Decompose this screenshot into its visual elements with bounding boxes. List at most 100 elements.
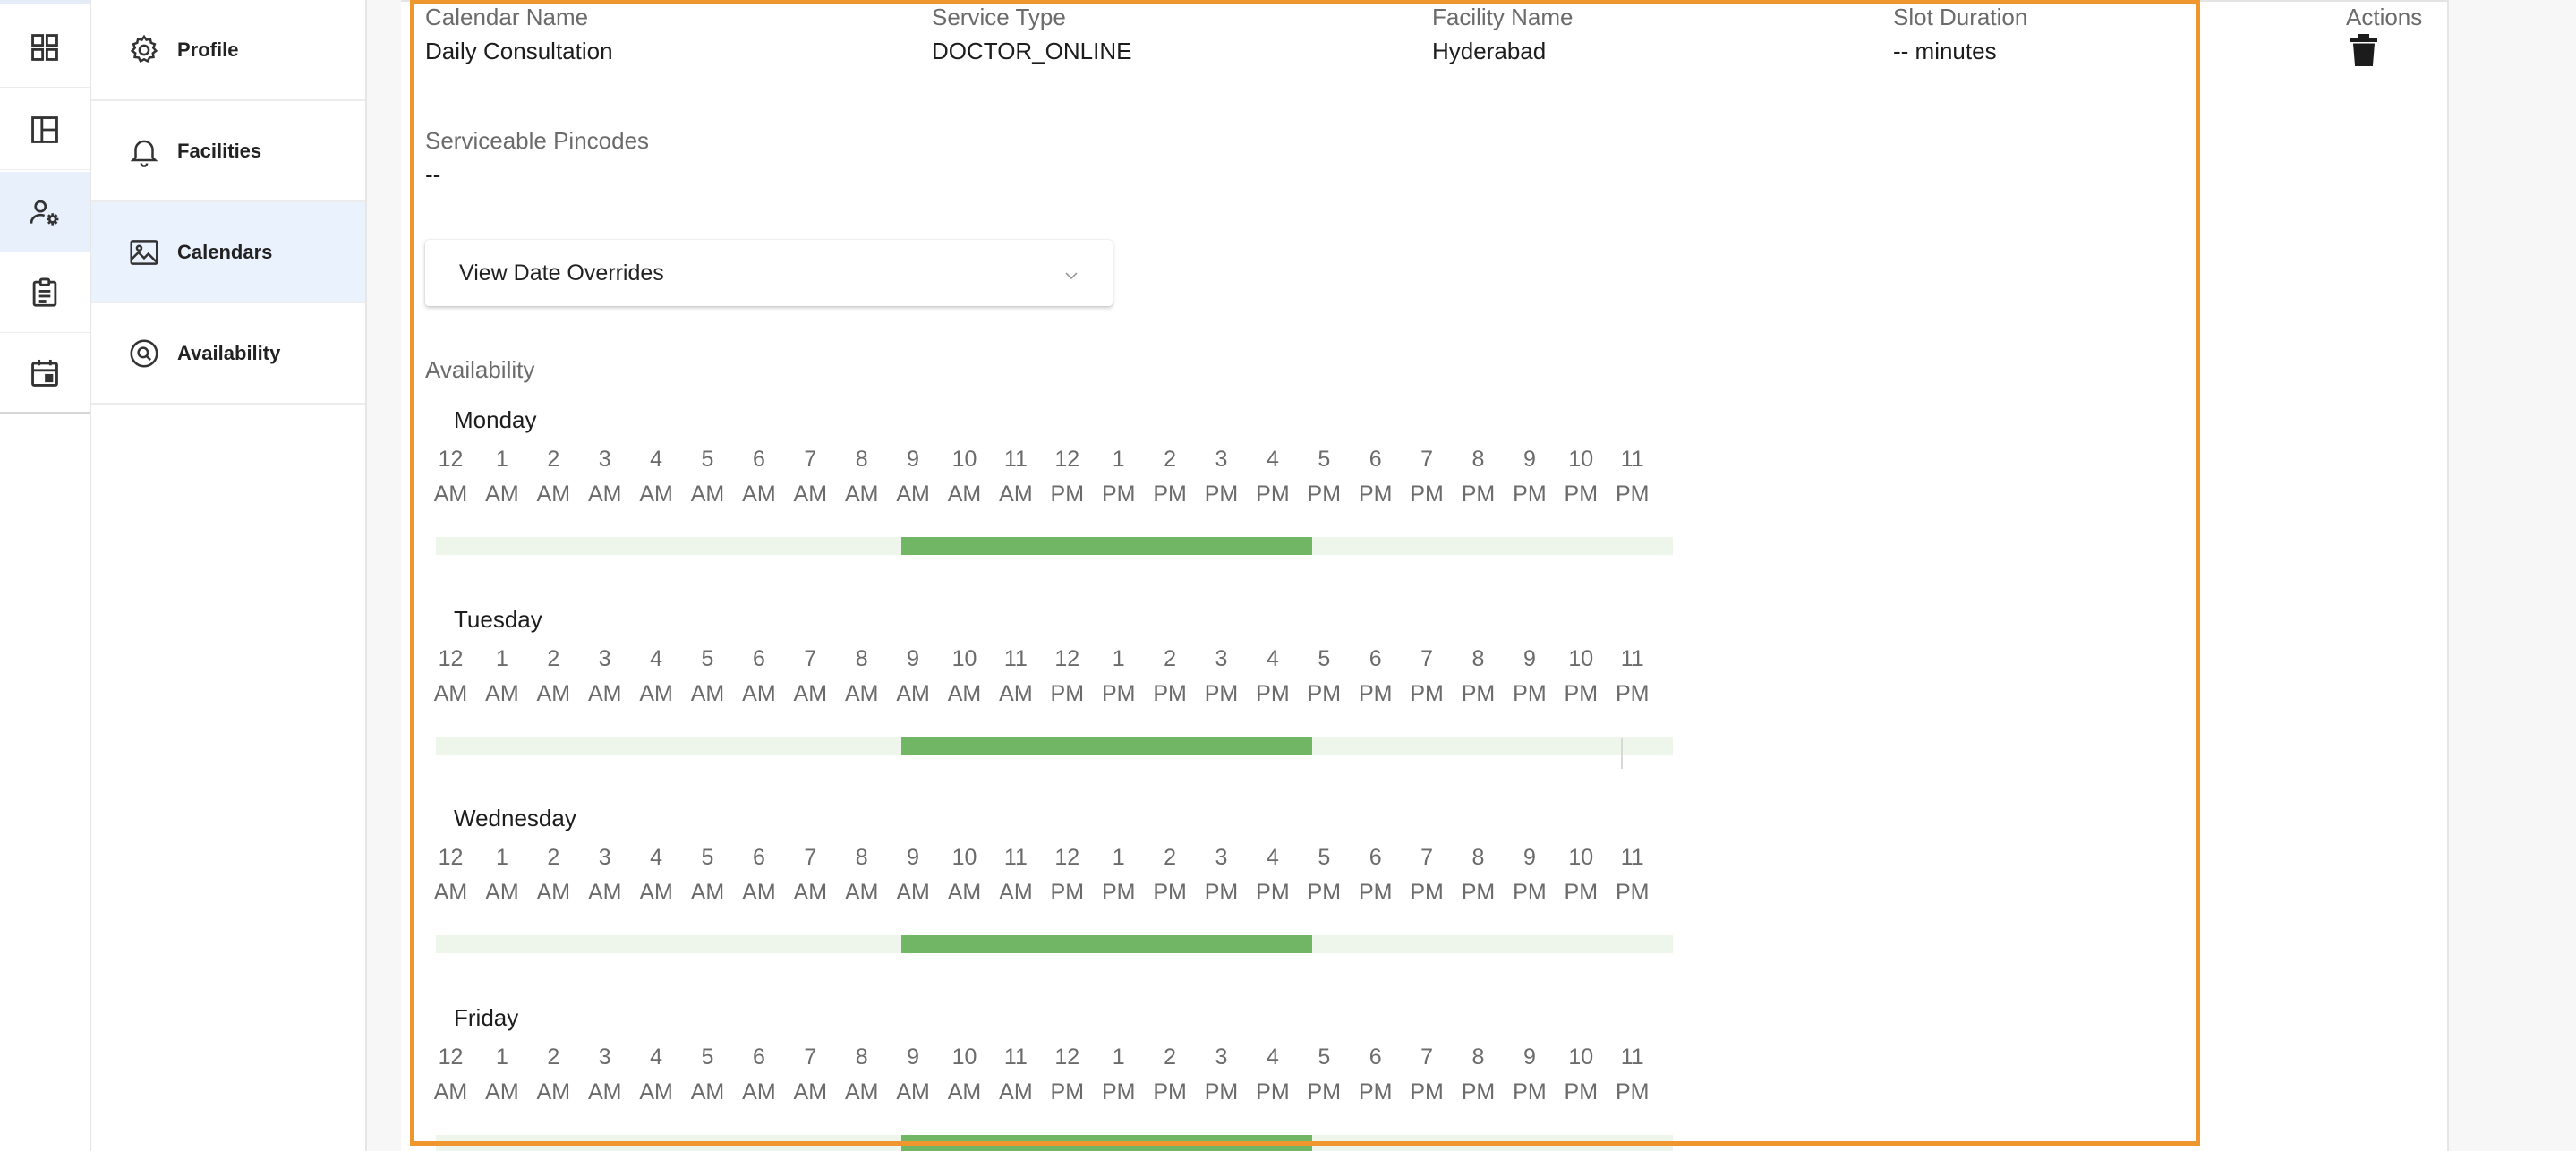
hour-meridiem: PM — [1410, 681, 1444, 706]
hour-meridiem: AM — [896, 681, 930, 706]
hour-number: 3 — [598, 845, 611, 870]
hour-meridiem: AM — [844, 1079, 879, 1104]
rail-layout-button[interactable] — [0, 90, 90, 170]
hour-meridiem: AM — [536, 880, 571, 905]
hour-label: 8 AM — [836, 840, 887, 910]
hour-number: 4 — [650, 1044, 663, 1070]
hour-label: 9 AM — [888, 1040, 939, 1110]
content-left-gutter — [367, 0, 401, 1151]
hour-number: 8 — [1471, 447, 1485, 472]
hour-label: 5 PM — [1299, 642, 1350, 712]
subnav-item-facilities[interactable]: Facilities — [91, 101, 365, 202]
availability-slot[interactable] — [901, 737, 1312, 755]
hour-label: 6 AM — [733, 642, 784, 712]
hour-meridiem: AM — [485, 681, 519, 706]
hour-label: 5 AM — [682, 642, 733, 712]
hour-number: 8 — [855, 845, 868, 870]
hour-labels: 12 AM 1 AM 2 AM 3 AM 4 AM 5 AM 6 AM 7 AM 8 AM 9 AM 10 AM 11 AM 1… — [425, 642, 1678, 713]
hour-number: 9 — [1523, 447, 1536, 472]
hour-number: 11 — [1003, 447, 1028, 472]
hour-meridiem: AM — [999, 880, 1033, 905]
availability-slot[interactable] — [901, 935, 1312, 953]
clipboard-icon — [32, 277, 57, 307]
hour-meridiem: AM — [639, 482, 673, 507]
availability-track[interactable] — [436, 1135, 1673, 1151]
hour-label: 4 AM — [631, 442, 682, 512]
hour-number: 10 — [951, 646, 977, 671]
subnav-label-facilities: Facilities — [177, 139, 262, 162]
hour-number: 11 — [1620, 447, 1644, 472]
hour-number: 12 — [438, 1044, 464, 1070]
hour-number: 1 — [1112, 845, 1125, 870]
hour-number: 3 — [598, 646, 611, 671]
hour-number: 1 — [1112, 646, 1125, 671]
hour-meridiem: PM — [1307, 1079, 1342, 1104]
hour-number: 12 — [1054, 1044, 1080, 1070]
rail-user-settings-button[interactable] — [0, 172, 90, 252]
hour-label: 6 PM — [1350, 840, 1401, 910]
hour-number: 11 — [1003, 646, 1028, 671]
subnav-item-calendars[interactable]: Calendars — [91, 202, 365, 303]
hour-label: 1 PM — [1093, 840, 1144, 910]
availability-track[interactable] — [436, 935, 1673, 953]
availability-track[interactable] — [436, 737, 1673, 755]
hour-label: 9 PM — [1504, 442, 1555, 512]
hour-label: 5 PM — [1299, 840, 1350, 910]
hour-number: 5 — [1318, 646, 1331, 671]
availability-track[interactable] — [436, 537, 1673, 555]
availability-slot[interactable] — [901, 1135, 1312, 1151]
hour-label: 9 AM — [888, 840, 939, 910]
hour-meridiem: PM — [1153, 681, 1187, 706]
rail-calendar-button[interactable] — [0, 333, 90, 414]
hour-label: 1 AM — [476, 642, 527, 712]
trash-icon[interactable] — [2350, 34, 2377, 66]
hour-meridiem: AM — [639, 1079, 673, 1104]
hour-meridiem: AM — [999, 681, 1033, 706]
hour-meridiem: PM — [1410, 482, 1444, 507]
rail-divider — [0, 412, 90, 414]
hour-number: 9 — [1523, 1044, 1536, 1070]
hour-label: 9 PM — [1504, 642, 1555, 712]
hour-number: 2 — [547, 646, 560, 671]
hour-number: 2 — [1164, 646, 1177, 671]
dashboard-grid-icon — [31, 33, 58, 61]
hour-label: 3 AM — [579, 840, 630, 910]
hour-label: 12 PM — [1042, 642, 1093, 712]
hour-label: 3 PM — [1196, 642, 1247, 712]
settings-subnav: Profile Facilities Calendars Availabilit… — [91, 0, 367, 1151]
hour-number: 4 — [650, 646, 663, 671]
hour-label: 12 AM — [425, 642, 476, 712]
hour-meridiem: AM — [896, 880, 930, 905]
availability-section-label: Availability — [425, 356, 535, 383]
hour-meridiem: PM — [1050, 1079, 1085, 1104]
content-right-gutter — [2447, 0, 2576, 1151]
hour-label: 12 AM — [425, 1040, 476, 1110]
hour-number: 12 — [1054, 646, 1080, 671]
hour-label: 11 PM — [1607, 642, 1658, 712]
hour-label: 8 AM — [836, 442, 887, 512]
hour-label: 10 PM — [1556, 642, 1607, 712]
rail-clipboard-button[interactable] — [0, 252, 90, 333]
hour-meridiem: AM — [690, 482, 725, 507]
hour-label: 6 AM — [733, 1040, 784, 1110]
hour-number: 8 — [855, 646, 868, 671]
hour-label: 6 PM — [1350, 442, 1401, 512]
date-overrides-accordion[interactable]: View Date Overrides — [425, 240, 1113, 306]
service-type-label: Service Type — [932, 4, 1066, 30]
hour-meridiem: AM — [999, 1079, 1033, 1104]
day-name: Monday — [454, 406, 537, 433]
hour-number: 10 — [951, 447, 977, 472]
hour-label: 11 PM — [1607, 442, 1658, 512]
hour-number: 1 — [1112, 1044, 1125, 1070]
hour-meridiem: PM — [1204, 681, 1239, 706]
day-row: Monday 12 AM 1 AM 2 AM 3 AM 4 AM 5 AM 6 AM 7 AM 8 AM 9 AM 10 A… — [425, 406, 1678, 585]
hour-meridiem: PM — [1153, 482, 1187, 507]
hour-number: 10 — [1568, 1044, 1594, 1070]
availability-slot[interactable] — [901, 537, 1312, 555]
subnav-item-availability[interactable]: Availability — [91, 303, 365, 405]
hour-label: 12 AM — [425, 442, 476, 512]
hour-number: 2 — [1164, 845, 1177, 870]
subnav-item-profile[interactable]: Profile — [91, 0, 365, 101]
rail-dashboard-button[interactable] — [0, 7, 90, 88]
facility-name-label: Facility Name — [1432, 4, 1574, 30]
